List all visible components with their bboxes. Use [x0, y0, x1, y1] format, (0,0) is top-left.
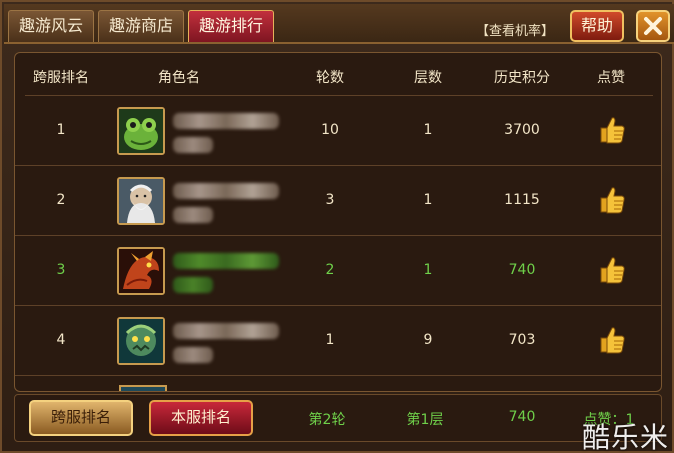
my-score: 740 [508, 409, 536, 425]
cross-server-rank-button[interactable]: 跨服排名 [29, 400, 133, 436]
my-ranking-bar: 跨服排名 本服排名 第2轮 第1层 740 点赞：1 [14, 394, 662, 442]
header-cross-rank: 跨服排名 [33, 70, 89, 86]
my-rounds: 第2轮 [308, 412, 346, 428]
header-role-name: 角色名 [158, 70, 200, 86]
old-sage-avatar-icon[interactable] [117, 177, 165, 225]
help-button[interactable]: 帮助 [570, 10, 624, 42]
thumbs-up-icon[interactable] [597, 254, 627, 286]
floors-cell: 1 [423, 262, 433, 278]
thumbs-up-icon[interactable] [597, 184, 627, 216]
rank-cell: 2 [56, 192, 66, 208]
tab-quyou-shop[interactable]: 趣游商店 [98, 10, 185, 42]
rank-cell: 4 [56, 332, 66, 348]
tab-quyou-fengyun[interactable]: 趣游风云 [8, 10, 95, 42]
rounds-cell: 10 [321, 122, 339, 138]
tab-bar: 趣游风云 趣游商店 趣游排行 【查看机率】 帮助 [4, 4, 674, 44]
floors-cell: 9 [423, 332, 433, 348]
close-button[interactable] [636, 10, 670, 42]
ranking-table: 跨服排名 角色名 轮数 层数 历史积分 点赞 1 10 1 3700 2 3 1… [14, 52, 662, 392]
player-name-blurred [173, 183, 279, 199]
my-floors: 第1层 [406, 412, 444, 428]
view-rate-link[interactable]: 【查看机率】 [476, 20, 554, 39]
frog-avatar-icon[interactable] [117, 107, 165, 155]
rounds-cell: 3 [325, 192, 335, 208]
local-server-rank-button[interactable]: 本服排名 [149, 400, 253, 436]
dragon-avatar-icon[interactable] [117, 247, 165, 295]
header-score: 历史积分 [494, 70, 550, 86]
player-name-blurred [173, 323, 279, 339]
rank-cell: 1 [56, 122, 66, 138]
table-row: 1 10 1 3700 [15, 96, 661, 166]
score-cell: 3700 [504, 122, 540, 138]
header-likes: 点赞 [597, 70, 625, 86]
floors-cell: 1 [423, 192, 433, 208]
player-server-blurred [173, 137, 213, 153]
table-row-self: 3 2 1 740 [15, 236, 661, 306]
table-row: 2 3 1 1115 [15, 166, 661, 236]
score-cell: 1115 [504, 192, 540, 208]
rounds-cell: 2 [325, 262, 335, 278]
score-cell: 740 [508, 262, 536, 278]
thumbs-up-icon[interactable] [597, 114, 627, 146]
floors-cell: 1 [423, 122, 433, 138]
close-x-icon [644, 17, 662, 35]
rank-cell: 3 [56, 262, 66, 278]
green-beast-avatar-icon[interactable] [117, 317, 165, 365]
tab-quyou-ranking[interactable]: 趣游排行 [188, 10, 275, 42]
header-rounds: 轮数 [316, 70, 344, 86]
table-row: 4 1 9 703 [15, 306, 661, 376]
next-row-avatar-edge [119, 385, 167, 391]
thumbs-up-icon[interactable] [597, 324, 627, 356]
player-server-blurred [173, 207, 213, 223]
watermark-text: 酷乐米 [582, 421, 670, 453]
header-floors: 层数 [414, 70, 442, 86]
rounds-cell: 1 [325, 332, 335, 348]
score-cell: 703 [508, 332, 536, 348]
player-server-blurred [173, 347, 213, 363]
leaderboard-window: 趣游风云 趣游商店 趣游排行 【查看机率】 帮助 跨服排名 角色名 轮数 层数 … [0, 0, 674, 453]
player-server-blurred [173, 277, 213, 293]
player-name-blurred [173, 253, 279, 269]
player-name-blurred [173, 113, 279, 129]
